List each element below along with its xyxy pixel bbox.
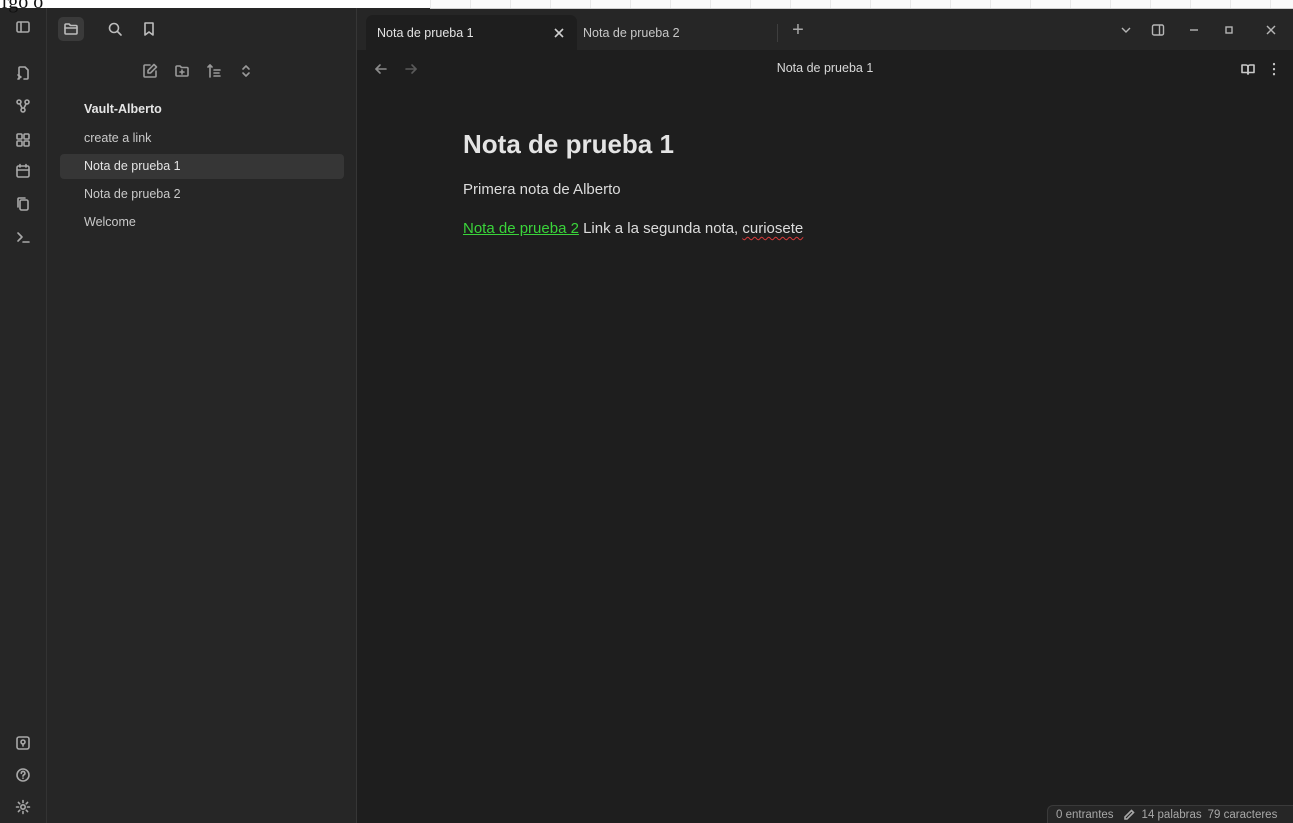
open-switcher-icon[interactable] — [13, 63, 33, 83]
pencil-icon[interactable] — [1122, 808, 1136, 822]
search-icon[interactable] — [102, 17, 128, 41]
minimize-icon[interactable] — [1183, 19, 1205, 41]
obsidian-window: Vault-Alberto create a link Nota de prue… — [0, 8, 1293, 823]
settings-icon[interactable] — [13, 797, 33, 817]
file-item[interactable]: create a link — [60, 126, 344, 151]
tab-inactive[interactable]: Nota de prueba 2 — [577, 15, 777, 50]
canvas-icon[interactable] — [13, 130, 33, 150]
word-count: 14 palabras — [1141, 808, 1202, 821]
file-tree: Vault-Alberto create a link Nota de prue… — [60, 95, 344, 235]
overlay-text: rgo o — [2, 0, 44, 13]
sort-icon[interactable] — [205, 62, 223, 80]
character-count: 79 caracteres — [1207, 808, 1278, 821]
graph-view-icon[interactable] — [13, 96, 33, 116]
bookmarks-icon[interactable] — [136, 17, 162, 41]
more-options-icon[interactable] — [1265, 60, 1283, 78]
vault-name[interactable]: Vault-Alberto — [60, 95, 344, 123]
files-icon[interactable] — [58, 17, 84, 41]
sidebar-tabs — [47, 8, 356, 48]
new-tab-icon[interactable]: + — [787, 19, 809, 41]
tab-separator — [777, 24, 778, 42]
note-paragraph[interactable]: Primera nota de Alberto — [463, 179, 1263, 201]
tab-bar: Nota de prueba 1 Nota de prueba 2 + — [357, 8, 1293, 50]
templates-icon[interactable] — [13, 194, 33, 214]
collapse-icon[interactable] — [237, 62, 255, 80]
view-header: Nota de prueba 1 — [357, 50, 1293, 88]
file-explorer-toolbar — [141, 62, 255, 80]
right-sidebar-toggle-icon[interactable] — [1147, 19, 1169, 41]
terminal-icon[interactable] — [13, 227, 33, 247]
close-window-icon[interactable] — [1260, 19, 1282, 41]
new-folder-icon[interactable] — [173, 62, 191, 80]
close-tab-icon[interactable] — [551, 25, 567, 41]
status-bar: 0 entrantes 14 palabras 79 caracteres — [1047, 805, 1293, 823]
file-explorer-sidebar: Vault-Alberto create a link Nota de prue… — [47, 8, 357, 823]
file-item[interactable]: Nota de prueba 2 — [60, 182, 344, 207]
tab-label: Nota de prueba 1 — [377, 25, 474, 40]
note-text: Link a la segunda nota, — [578, 220, 743, 237]
sidebar-toggle-icon[interactable] — [13, 17, 33, 37]
file-item-active[interactable]: Nota de prueba 1 — [60, 154, 344, 179]
file-item[interactable]: Welcome — [60, 210, 344, 235]
maximize-icon[interactable] — [1218, 19, 1240, 41]
tab-label: Nota de prueba 2 — [583, 25, 680, 40]
vault-switcher-icon[interactable] — [13, 733, 33, 753]
misspelled-word[interactable]: curiosete — [742, 220, 803, 237]
tab-list-chevron-icon[interactable] — [1115, 19, 1137, 41]
ribbon — [0, 8, 47, 823]
internal-link[interactable]: Nota de prueba 2 — [463, 220, 579, 237]
tab-active[interactable]: Nota de prueba 1 — [366, 15, 577, 50]
note-paragraph[interactable]: Nota de prueba 2 Link a la segunda nota,… — [463, 218, 1263, 240]
new-note-icon[interactable] — [141, 62, 159, 80]
note-editor[interactable]: Nota de prueba 1 Primera nota de Alberto… — [463, 123, 1263, 240]
view-title[interactable]: Nota de prueba 1 — [357, 61, 1293, 75]
note-title[interactable]: Nota de prueba 1 — [463, 123, 1263, 165]
backlinks-count[interactable]: 0 entrantes — [1056, 809, 1114, 821]
daily-note-icon[interactable] — [13, 161, 33, 181]
overlay-ruler — [430, 0, 1293, 9]
reading-view-icon[interactable] — [1239, 60, 1257, 78]
help-icon[interactable] — [13, 765, 33, 785]
